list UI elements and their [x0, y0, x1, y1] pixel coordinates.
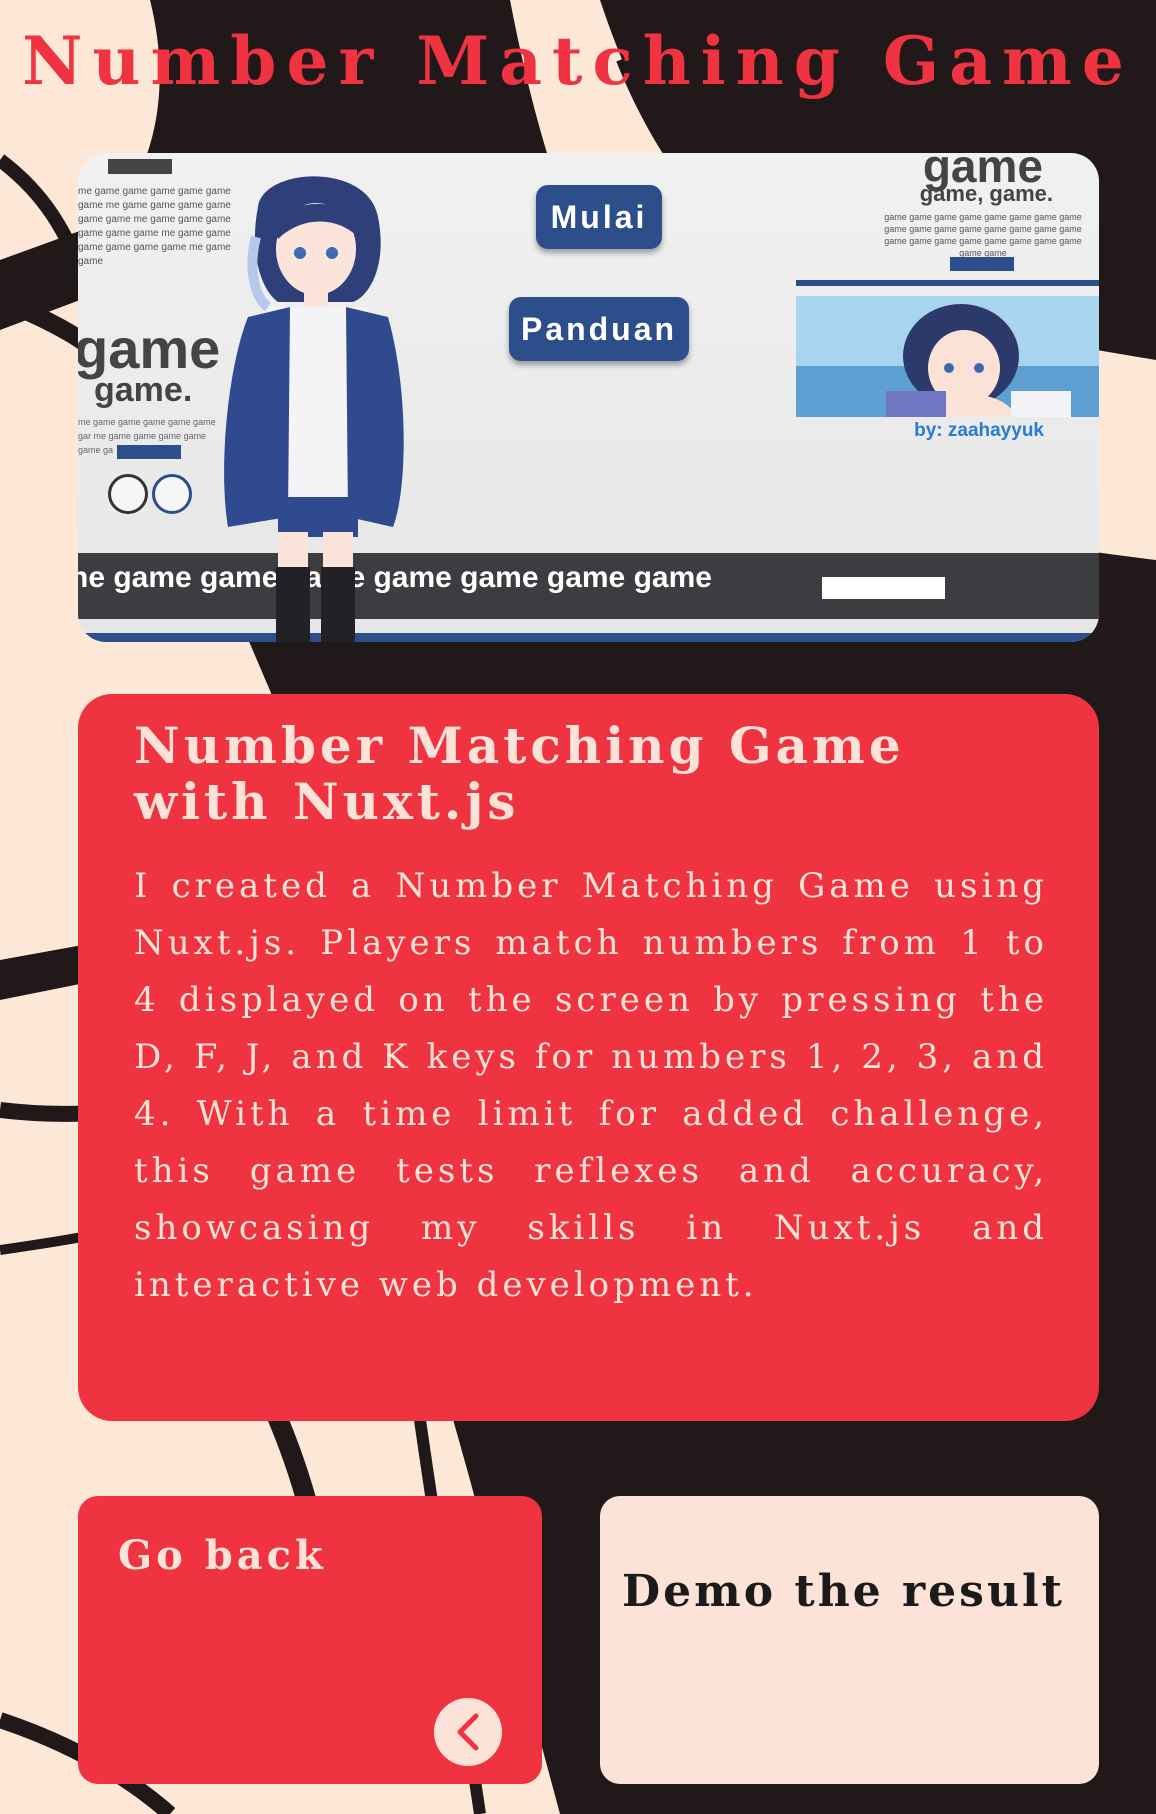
game-preview-image: me game game game game game game me game…	[78, 153, 1099, 642]
demo-result-label: Demo the result	[622, 1566, 1065, 1617]
page-title: Number Matching Game	[22, 22, 1134, 100]
preview-credit: by: zaahayyuk	[914, 420, 1044, 441]
preview-character-photo	[796, 296, 1099, 417]
page: Number Matching Game me game game game g…	[0, 0, 1156, 1814]
preview-dark-bar	[108, 159, 172, 174]
preview-ticker-block	[822, 577, 945, 599]
preview-panduan-button: Panduan	[509, 297, 689, 361]
preview-blue-bar-right	[950, 257, 1014, 271]
project-title: Number Matching Game with Nuxt.js	[134, 716, 905, 831]
go-back-arrow-button[interactable]	[434, 1698, 502, 1766]
project-description: I created a Number Matching Game using N…	[134, 866, 1048, 1305]
preview-heading-left: game	[78, 317, 221, 380]
go-back-label: Go back	[118, 1532, 327, 1579]
preview-blue-line	[796, 280, 1099, 286]
go-back-button[interactable]: Go back	[78, 1496, 542, 1784]
demo-result-button[interactable]: Demo the result	[600, 1496, 1099, 1784]
chevron-left-icon	[457, 1713, 479, 1751]
preview-circle-1	[108, 474, 148, 514]
preview-blue-bar	[117, 445, 181, 459]
project-description-card: Number Matching Game with Nuxt.js I crea…	[78, 694, 1099, 1421]
preview-filler-text-right: game game game game game game game game …	[884, 212, 1082, 258]
preview-circle-2	[152, 474, 192, 514]
preview-character-illustration	[224, 176, 404, 642]
preview-subheading-right: game, game.	[919, 181, 1053, 206]
preview-mulai-button: Mulai	[536, 185, 662, 249]
preview-subheading-left: game.	[94, 371, 193, 409]
